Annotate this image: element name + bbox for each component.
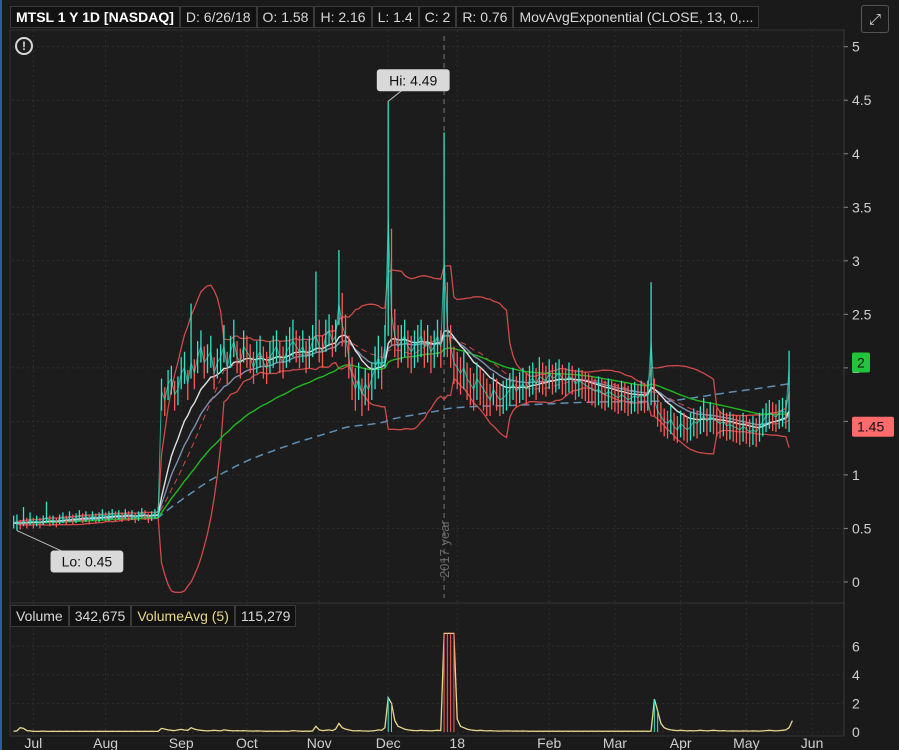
year-label: 2017 year bbox=[437, 520, 452, 578]
x-tick-label: Mar bbox=[603, 735, 627, 750]
last-close-tag-text: 2 bbox=[857, 354, 865, 370]
x-tick-label: Sep bbox=[169, 735, 194, 750]
price-tick-label: 0.5 bbox=[852, 520, 872, 536]
symbol-label[interactable]: MTSL 1 Y 1D [NASDAQ] bbox=[10, 6, 180, 28]
x-tick-label: Oct bbox=[236, 735, 258, 750]
range-readout: R: 0.76 bbox=[456, 6, 514, 28]
price-tick-label: 4 bbox=[852, 146, 860, 162]
alert-icon[interactable]: ! bbox=[15, 37, 33, 55]
price-tick-label: 3 bbox=[852, 253, 860, 269]
price-tick-label: 3.5 bbox=[852, 199, 872, 215]
x-tick-label: May bbox=[733, 735, 759, 750]
chart-frame: 2017 year 00.511.522.533.544.55JulAugSep… bbox=[0, 0, 899, 750]
volume-value: 342,675 bbox=[68, 605, 132, 627]
x-tick-label: Dec bbox=[376, 735, 401, 750]
volume-tick-label: 6 bbox=[852, 638, 860, 654]
x-tick-label: Apr bbox=[670, 735, 692, 750]
date-readout: D: 6/26/18 bbox=[179, 6, 257, 28]
close-readout: C: 2 bbox=[418, 6, 457, 28]
volume-tick-label: 2 bbox=[852, 695, 860, 711]
volume-label[interactable]: Volume bbox=[10, 605, 69, 627]
x-tick-label: Nov bbox=[307, 735, 332, 750]
chart-header: MTSL 1 Y 1D [NASDAQ] D: 6/26/18 O: 1.58 … bbox=[10, 6, 760, 28]
volume-avg-label[interactable]: VolumeAvg (5) bbox=[131, 605, 235, 627]
price-tick-label: 4.5 bbox=[852, 92, 872, 108]
price-tick-label: 1 bbox=[852, 467, 860, 483]
last-price-tag-text: 1.45 bbox=[857, 419, 884, 435]
expand-icon[interactable]: ⤢ bbox=[861, 5, 889, 33]
x-tick-label: Jun bbox=[801, 735, 824, 750]
x-tick-label: 18 bbox=[449, 735, 465, 750]
open-readout: O: 1.58 bbox=[256, 6, 315, 28]
price-tick-label: 0 bbox=[852, 574, 860, 590]
low-readout: L: 1.4 bbox=[371, 6, 419, 28]
grid bbox=[9, 29, 845, 737]
x-tick-label: Feb bbox=[537, 735, 561, 750]
volume-tick-label: 0 bbox=[852, 724, 860, 740]
volume-header: Volume 342,675 VolumeAvg (5) 115,279 bbox=[10, 605, 297, 627]
x-tick-label: Jul bbox=[24, 735, 42, 750]
price-tick-label: 5 bbox=[852, 39, 860, 55]
high-readout: H: 2.16 bbox=[314, 6, 372, 28]
price-tick-label: 2.5 bbox=[852, 306, 872, 322]
x-tick-label: Aug bbox=[93, 735, 118, 750]
volume-avg-value: 115,279 bbox=[234, 605, 297, 627]
study-label[interactable]: MovAvgExponential (CLOSE, 13, 0,... bbox=[513, 6, 760, 28]
chart-canvas[interactable]: 2017 year 00.511.522.533.544.55JulAugSep… bbox=[2, 0, 899, 750]
volume-tick-label: 4 bbox=[852, 667, 860, 683]
lo-callout-text: Lo: 0.45 bbox=[62, 554, 113, 570]
hi-callout-text: Hi: 4.49 bbox=[389, 72, 437, 88]
